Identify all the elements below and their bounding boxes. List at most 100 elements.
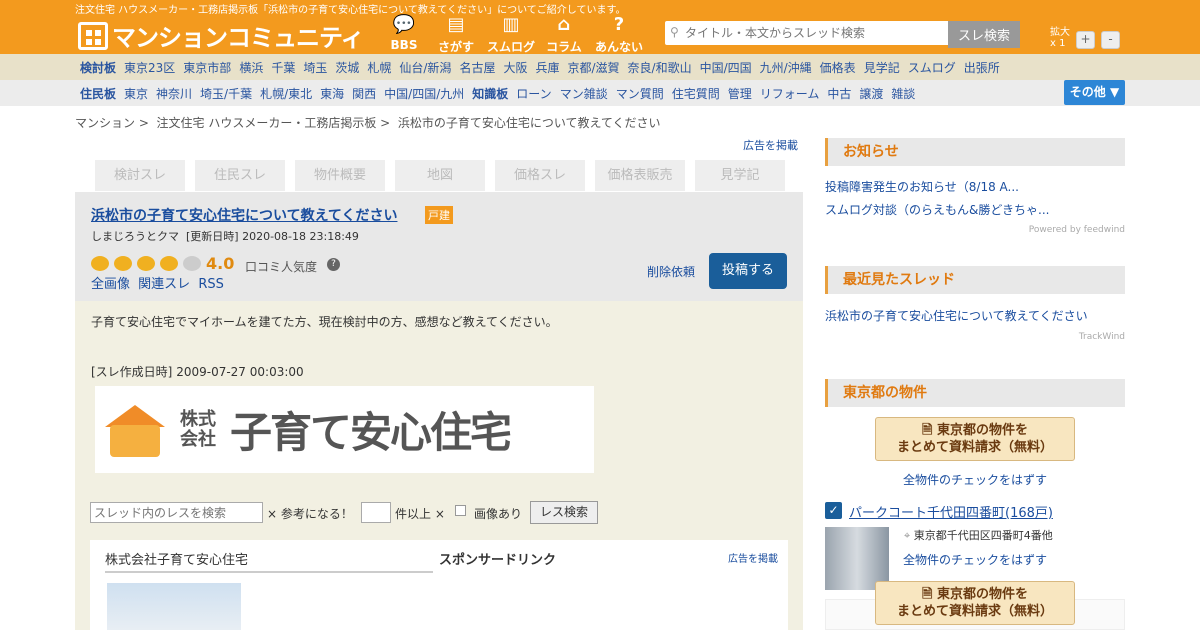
notice-link[interactable]: スムログ対談（のらえもん&勝どきちゃ...	[825, 201, 1049, 218]
company-banner[interactable]: 株式会社 子育て安心住宅	[95, 386, 594, 473]
all-images-link[interactable]: 全画像	[91, 277, 130, 292]
category-link[interactable]: 住民板	[80, 85, 116, 102]
category-link[interactable]: 茨城	[335, 59, 359, 76]
created-value: 2009-07-27 00:03:00	[176, 365, 304, 379]
thread-tab[interactable]: 価格スレ	[495, 160, 585, 191]
category-link[interactable]: 東京市部	[183, 59, 231, 76]
ad-link[interactable]: 広告を掲載	[743, 137, 798, 153]
category-link[interactable]: 東京	[124, 85, 148, 102]
breadcrumb: マンション > 注文住宅 ハウスメーカー・工務店掲示板 > 浜松市の子育て安心住…	[75, 116, 661, 130]
notice-link[interactable]: 投稿障害発生のお知らせ（8/18 A...	[825, 178, 1019, 195]
request-docs-button-floating[interactable]: 🗎 東京都の物件を まとめて資料請求（無料）	[875, 581, 1075, 625]
delete-request-link[interactable]: 削除依頼	[647, 263, 695, 280]
count-label: 件以上 ×	[395, 507, 445, 521]
image-filter-checkbox[interactable]	[455, 505, 466, 516]
thread-tab[interactable]: 検討スレ	[95, 160, 185, 191]
nav-label: コラム	[546, 40, 582, 54]
category-link[interactable]: 住宅質問	[672, 85, 720, 102]
uncheck-all-link[interactable]: 全物件のチェックをはずす	[903, 551, 1047, 568]
zoom-title: 拡大	[1050, 27, 1070, 38]
category-link[interactable]: 京都/滋賀	[567, 59, 619, 76]
post-button[interactable]: 投稿する	[709, 253, 787, 289]
thread-title[interactable]: 浜松市の子育て安心住宅について教えてください	[91, 205, 397, 225]
category-link[interactable]: 出張所	[964, 59, 1000, 76]
thread-tab[interactable]: 地図	[395, 160, 485, 191]
rss-link[interactable]: RSS	[198, 277, 224, 292]
request-line1: 東京都の物件を	[936, 587, 1028, 602]
other-menu-button[interactable]: その他 ▼	[1064, 80, 1125, 105]
category-link[interactable]: マン雑談	[560, 85, 608, 102]
category-link[interactable]: ローン	[516, 85, 551, 102]
category-link[interactable]: 埼玉/千葉	[200, 85, 252, 102]
thread-tab[interactable]: 物件概要	[295, 160, 385, 191]
site-logo[interactable]: マンションコミュニティ	[78, 18, 365, 53]
nav-column[interactable]: ⌂ コラム	[536, 14, 592, 55]
category-link[interactable]: 名古屋	[459, 59, 495, 76]
category-link[interactable]: 九州/沖縄	[760, 59, 812, 76]
trackwind-link[interactable]: TrackWind	[1025, 332, 1125, 342]
property-link[interactable]: パークコート千代田四番町(168戸)	[849, 502, 1053, 521]
category-link[interactable]: 中古	[827, 85, 851, 102]
rating-bubble-empty-icon	[183, 256, 201, 271]
category-link[interactable]: 中国/四国/九州	[384, 85, 464, 102]
category-link[interactable]: スムログ	[908, 59, 956, 76]
category-link[interactable]: 仙台/新潟	[399, 59, 451, 76]
rating-bubble-icon	[91, 256, 109, 271]
res-search-button[interactable]: レス検索	[530, 501, 598, 524]
category-link[interactable]: 雑談	[891, 85, 915, 102]
nav-sumlog[interactable]: ▥ スムログ	[483, 14, 539, 55]
category-link[interactable]: マン質問	[616, 85, 664, 102]
zoom-out-button[interactable]: -	[1101, 31, 1120, 49]
res-search-input[interactable]	[90, 502, 263, 523]
sponsor-name[interactable]: 株式会社子育て安心住宅	[105, 549, 433, 573]
nav-label: あんない	[594, 40, 643, 54]
category-link[interactable]: 千葉	[271, 59, 295, 76]
apartment-icon: ▥	[502, 14, 520, 35]
category-link[interactable]: 神奈川	[156, 85, 192, 102]
thread-tab[interactable]: 住民スレ	[195, 160, 285, 191]
notice-heading: お知らせ	[825, 138, 1125, 166]
nav-bbs[interactable]: 💬 BBS	[376, 14, 432, 52]
house-mascot-icon	[100, 400, 170, 460]
building-icon: ▤	[447, 14, 465, 35]
category-link[interactable]: 中国/四国	[700, 59, 752, 76]
category-link[interactable]: 兵庫	[535, 59, 559, 76]
help-icon[interactable]: ?	[327, 258, 340, 271]
category-link[interactable]: 埼玉	[303, 59, 327, 76]
helpful-label: × 参考になる！	[267, 507, 353, 521]
category-link[interactable]: リフォーム	[760, 85, 820, 102]
category-link[interactable]: 東海	[320, 85, 344, 102]
category-link[interactable]: 知識板	[472, 85, 508, 102]
author-name: しまじろうとクマ	[91, 230, 179, 243]
sponsor-image[interactable]	[107, 583, 241, 630]
category-link[interactable]: 札幌/東北	[260, 85, 312, 102]
property-checkbox[interactable]: ✓	[825, 502, 842, 519]
powered-by[interactable]: Powered by feedwind	[1025, 225, 1125, 235]
category-link[interactable]: 東京23区	[124, 59, 175, 76]
helpful-count-input[interactable]	[361, 502, 391, 523]
recent-thread-link[interactable]: 浜松市の子育て安心住宅について教えてください	[825, 307, 1088, 324]
thread-tab[interactable]: 価格表販売	[595, 160, 685, 191]
category-link[interactable]: 関西	[352, 85, 376, 102]
zoom-in-button[interactable]: +	[1076, 31, 1095, 49]
search-button[interactable]: スレ検索	[948, 21, 1020, 48]
request-docs-button[interactable]: 🗎 東京都の物件を まとめて資料請求（無料）	[875, 417, 1075, 461]
nav-guide[interactable]: ? あんない	[591, 14, 647, 55]
uncheck-all-link[interactable]: 全物件のチェックをはずす	[903, 471, 1047, 488]
category-link[interactable]: 横浜	[239, 59, 263, 76]
breadcrumb-item[interactable]: マンション	[75, 116, 135, 130]
category-link[interactable]: 見学記	[864, 59, 900, 76]
search-input[interactable]	[665, 21, 948, 45]
nav-search[interactable]: ▤ さがす	[428, 14, 484, 55]
breadcrumb-item[interactable]: 注文住宅 ハウスメーカー・工務店掲示板	[157, 116, 377, 130]
category-link[interactable]: 奈良/和歌山	[628, 59, 692, 76]
thread-tab[interactable]: 見学記	[695, 160, 785, 191]
category-link[interactable]: 札幌	[367, 59, 391, 76]
related-threads-link[interactable]: 関連スレ	[138, 277, 190, 292]
category-link[interactable]: 大阪	[503, 59, 527, 76]
category-link[interactable]: 管理	[728, 85, 752, 102]
category-link[interactable]: 検討板	[80, 59, 116, 76]
sponsor-ad-link[interactable]: 広告を掲載	[728, 550, 778, 565]
category-link[interactable]: 譲渡	[859, 85, 883, 102]
category-link[interactable]: 価格表	[820, 59, 856, 76]
